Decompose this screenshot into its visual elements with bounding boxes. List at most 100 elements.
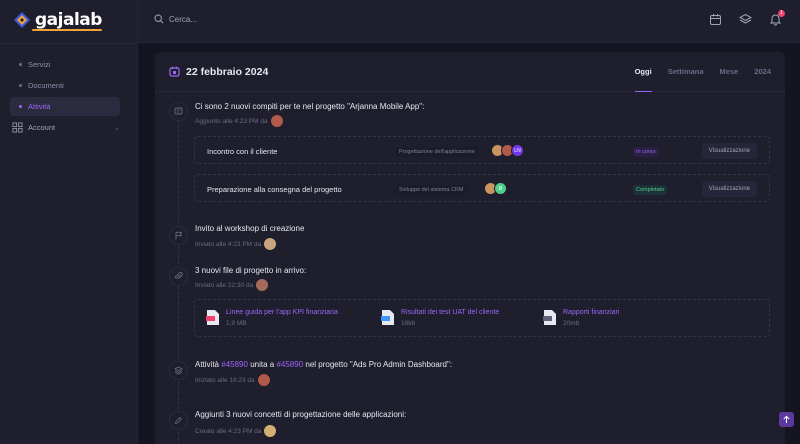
css-file-icon <box>543 310 556 325</box>
calendar-icon[interactable] <box>709 13 722 26</box>
timeline-entry-title: Ci sono 2 nuovi compiti per te nel proge… <box>195 102 425 111</box>
file-name[interactable]: Rapporti finanziari <box>563 309 619 316</box>
task-row: Preparazione alla consegna del progetto … <box>194 174 770 202</box>
brand-underline <box>32 29 102 31</box>
stack-icon <box>174 366 183 375</box>
status-badge: In corso <box>633 147 659 157</box>
bullet-icon <box>19 84 22 87</box>
file-name[interactable]: Linee guida per l'app KPI finanziaria <box>226 309 338 316</box>
meta-text: Iniziato alle 16:23 da <box>195 376 255 384</box>
period-tabs: Oggi Settimana Mese 2024 <box>634 52 771 92</box>
pdf-file-icon <box>206 310 219 325</box>
status-badge: Completato <box>633 185 668 195</box>
logo-icon <box>14 12 30 28</box>
bullet-icon <box>19 63 22 66</box>
avatar[interactable] <box>264 425 277 437</box>
sidebar-item-label: Servizi <box>28 60 51 69</box>
task-assignees: LN <box>491 144 524 157</box>
timeline-entry-title: Attività #45890 unita a #45890 nel proge… <box>195 360 452 369</box>
sidebar-item-attivita[interactable]: Attività <box>10 97 120 116</box>
task-name[interactable]: Preparazione alla consegna del progetto <box>207 185 342 194</box>
files-box: Linee guida per l'app KPI finanziaria 1,… <box>194 299 770 337</box>
search-icon <box>154 14 164 24</box>
task-project-tag: Progettazione dell'applicazione <box>395 147 479 157</box>
meta-text: Aggiunto alle 4:23 PM da <box>195 117 268 125</box>
sidebar-item-label: Documenti <box>28 81 64 90</box>
file-info: Rapporti finanziari 20mb <box>563 309 619 327</box>
avatar[interactable] <box>270 115 283 127</box>
meta-text: Inviato alle 22:30 da <box>195 281 254 289</box>
timeline-entry-meta: Creato alle 4:23 PM da <box>195 425 277 437</box>
search-bar <box>154 14 289 24</box>
timeline-icon <box>169 267 188 286</box>
file-item[interactable]: Linee guida per l'app KPI finanziaria 1,… <box>206 309 338 327</box>
layers-icon[interactable] <box>739 13 752 26</box>
grid-icon <box>12 122 23 133</box>
timeline-entry-title: Aggiunti 3 nuovi concetti di progettazio… <box>195 410 407 419</box>
title-prefix: Attività <box>195 360 220 369</box>
file-size: 1,9 MB <box>226 320 247 327</box>
card-header: 22 febbraio 2024 Oggi Settimana Mese 202… <box>155 52 785 92</box>
tab-oggi[interactable]: Oggi <box>634 52 652 92</box>
sidebar: gajalab Servizi Documenti Attività Accou… <box>0 0 138 444</box>
header-actions: 1 <box>709 10 785 26</box>
sidebar-item-account[interactable]: Account ⌄ <box>10 118 120 137</box>
task-assignees: B <box>484 182 507 195</box>
sidebar-divider <box>0 43 138 44</box>
page-title: 22 febbraio 2024 <box>186 66 269 78</box>
task-project-tag: Sviluppo del sistema CRM <box>395 185 468 195</box>
avatar[interactable]: B <box>494 182 507 195</box>
meta-text: Inviato alle 4:23 PM da <box>195 240 262 248</box>
activity-card: 22 febbraio 2024 Oggi Settimana Mese 202… <box>155 52 785 444</box>
avatar[interactable] <box>264 238 277 250</box>
timeline-icon <box>169 226 188 245</box>
calendar-icon <box>169 66 180 77</box>
chevron-down-icon: ⌄ <box>114 124 120 132</box>
tab-mese[interactable]: Mese <box>720 52 739 92</box>
sidebar-item-label: Attività <box>28 102 51 111</box>
timeline-entry-meta: Aggiunto alle 4:23 PM da <box>195 115 283 127</box>
file-info: Risultati dei test UAT del cliente 18kb <box>401 309 499 327</box>
timeline-icon <box>169 102 188 121</box>
paperclip-icon <box>174 272 183 280</box>
timeline-icon <box>169 411 188 430</box>
tab-settimana[interactable]: Settimana <box>668 52 704 92</box>
sidebar-item-label: Account <box>28 123 56 132</box>
timeline-entry-meta: Iniziato alle 16:23 da <box>195 374 270 386</box>
notifications-button[interactable]: 1 <box>769 10 785 26</box>
logo[interactable]: gajalab <box>12 10 102 31</box>
view-button[interactable]: Visualizzazione <box>701 181 757 197</box>
task-link[interactable]: #45890 <box>276 360 303 369</box>
flag-icon <box>175 231 183 240</box>
sidebar-item-servizi[interactable]: Servizi <box>10 55 120 74</box>
file-info: Linee guida per l'app KPI finanziaria 1,… <box>226 309 338 327</box>
tab-2024[interactable]: 2024 <box>754 52 771 92</box>
view-button[interactable]: Visualizzazione <box>701 143 757 159</box>
title-mid: unita a <box>250 360 275 369</box>
doc-file-icon <box>381 310 394 325</box>
brand-name: gajalab <box>35 10 102 30</box>
file-size: 20mb <box>563 320 580 327</box>
top-header: 1 <box>138 0 800 43</box>
sidebar-item-documenti[interactable]: Documenti <box>10 76 120 95</box>
avatar[interactable]: LN <box>511 144 524 157</box>
pen-icon <box>174 416 183 425</box>
arrow-up-icon <box>783 415 790 423</box>
task-link[interactable]: #45890 <box>221 360 248 369</box>
file-item[interactable]: Risultati dei test UAT del cliente 18kb <box>381 309 499 327</box>
file-item[interactable]: Rapporti finanziari 20mb <box>543 309 619 327</box>
file-name[interactable]: Risultati dei test UAT del cliente <box>401 309 499 316</box>
avatar[interactable] <box>257 374 270 386</box>
bullet-icon <box>19 105 22 108</box>
avatar[interactable] <box>256 279 269 291</box>
notification-badge: 1 <box>778 10 785 17</box>
meta-text: Creato alle 4:23 PM da <box>195 427 262 435</box>
scroll-top-button[interactable] <box>779 412 794 427</box>
message-icon <box>174 107 183 115</box>
file-size: 18kb <box>401 320 416 327</box>
title-suffix: nel progetto "Ads Pro Admin Dashboard": <box>305 360 453 369</box>
timeline-entry-title: Invito al workshop di creazione <box>195 224 305 233</box>
sidebar-menu: Servizi Documenti Attività Account ⌄ <box>10 55 120 139</box>
task-name[interactable]: Incontro con il cliente <box>207 147 277 156</box>
search-input[interactable] <box>169 14 289 24</box>
